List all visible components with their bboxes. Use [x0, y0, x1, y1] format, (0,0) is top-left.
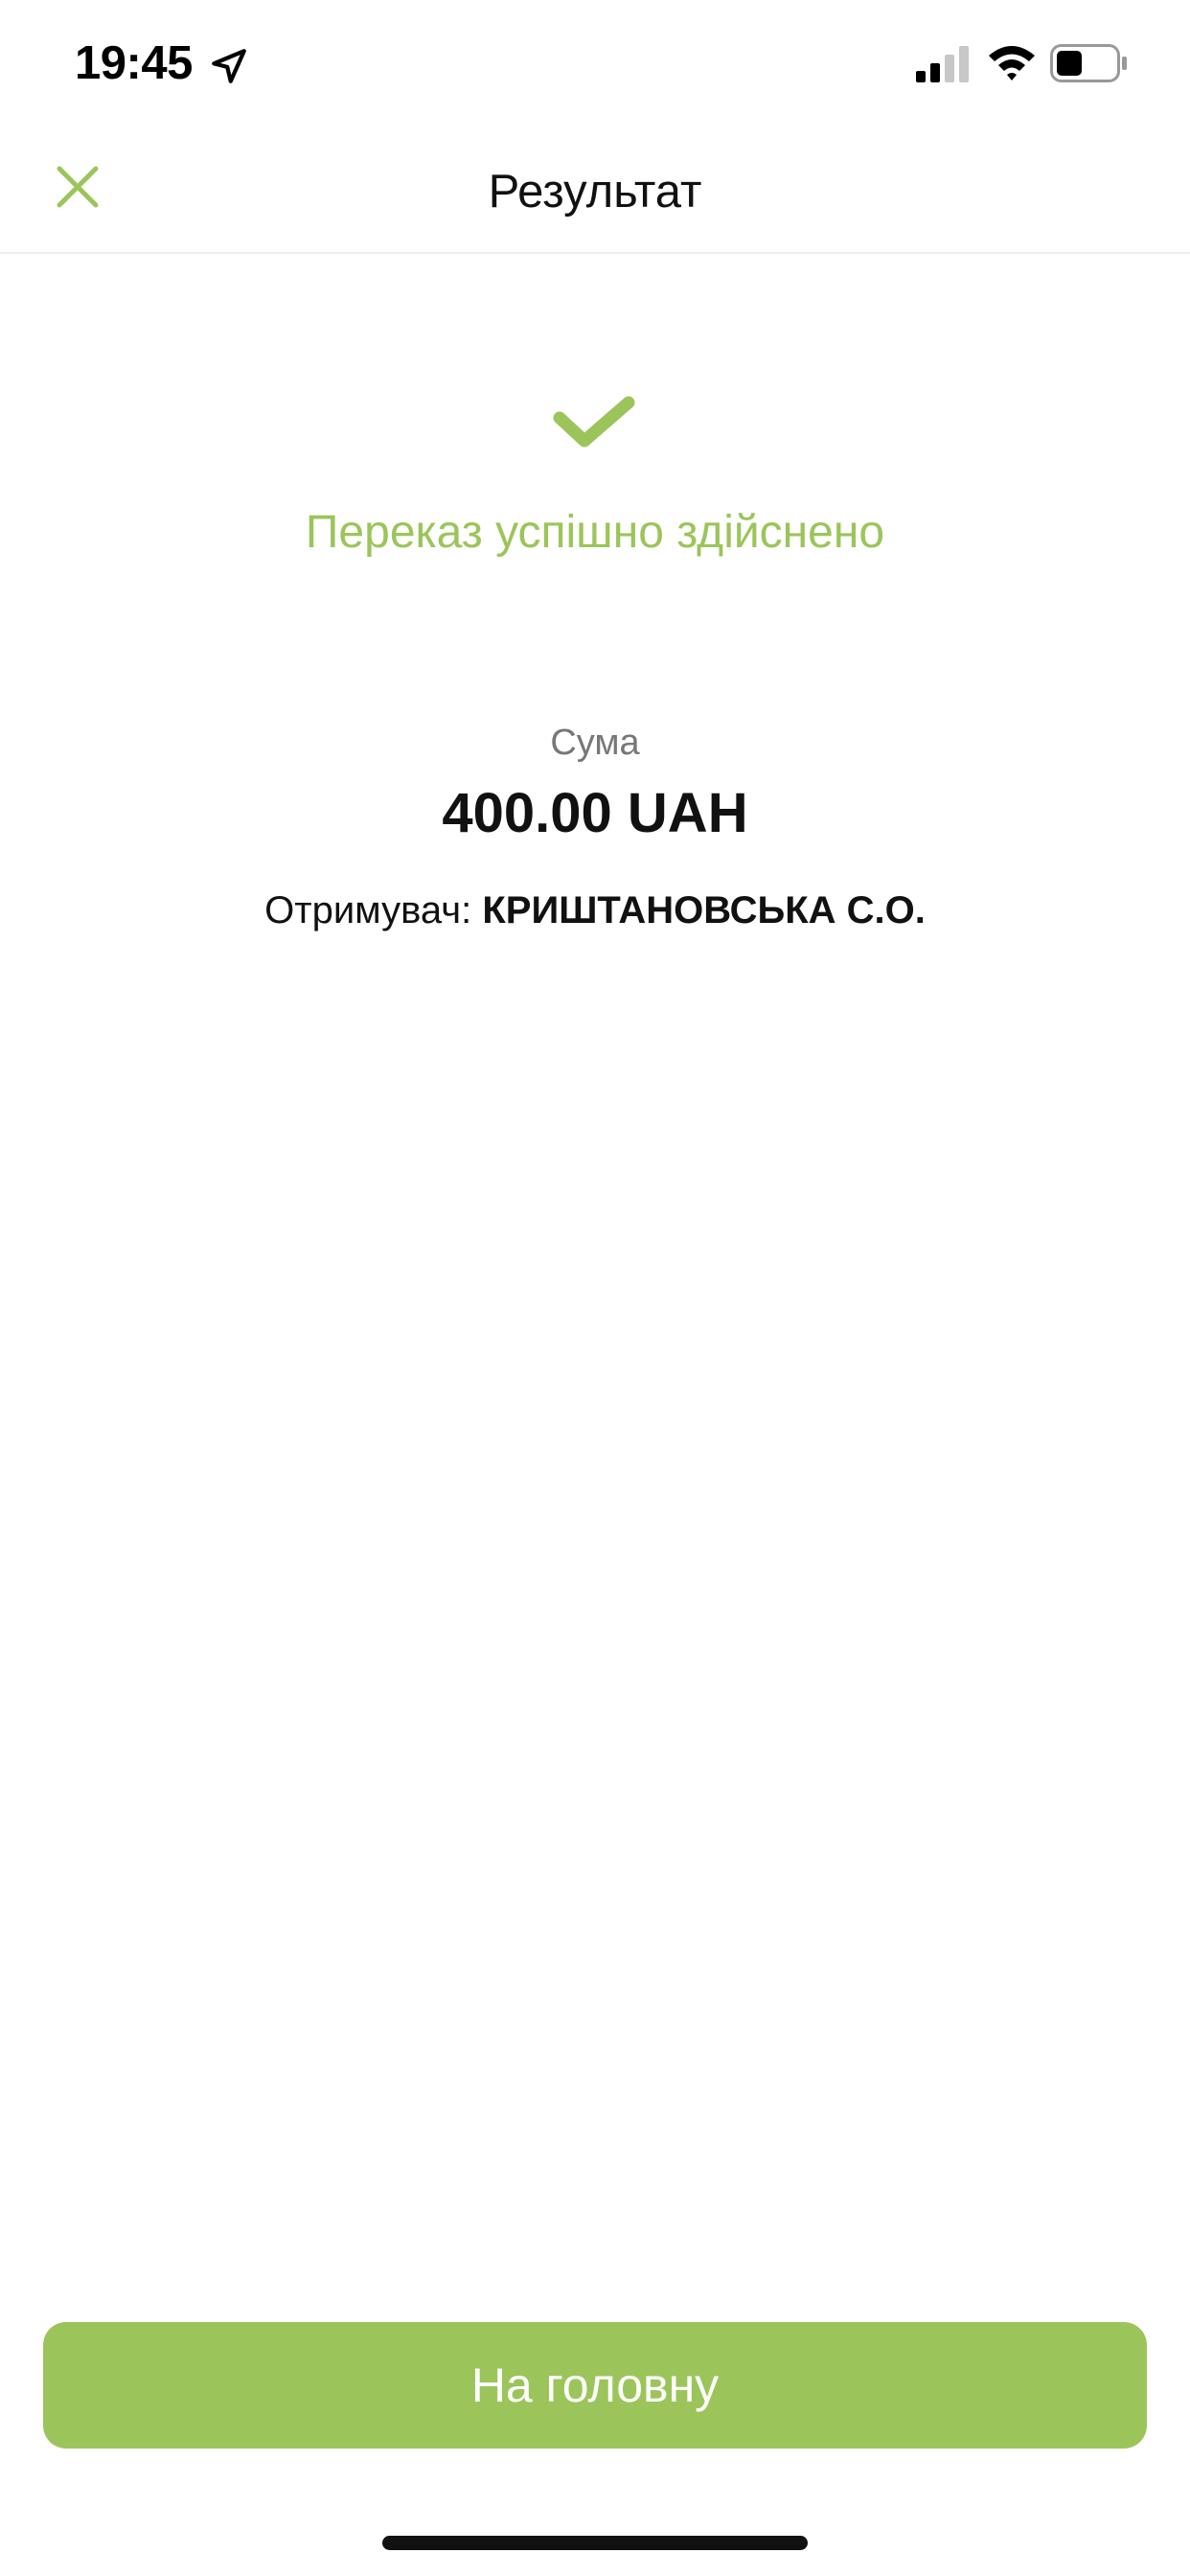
page-title: Результат — [488, 166, 702, 218]
success-message: Переказ успішно здійснено — [305, 507, 885, 558]
home-indicator — [382, 2536, 808, 2550]
status-bar: 19:45 — [0, 0, 1190, 126]
check-icon — [553, 396, 635, 448]
status-time: 19:45 — [75, 37, 193, 89]
navigation-bar: Результат — [0, 126, 1190, 254]
cellular-signal-icon — [916, 46, 969, 82]
recipient-name: КРИШТАНОВСЬКА С.О. — [482, 889, 926, 932]
battery-icon — [1050, 44, 1127, 82]
home-button[interactable]: На головну — [43, 2322, 1147, 2449]
amount-value: 400.00 UAH — [442, 782, 748, 844]
recipient-label: Отримувач: — [264, 889, 483, 932]
location-arrow-icon — [212, 49, 246, 83]
wifi-icon — [989, 46, 1035, 80]
amount-label: Сума — [550, 723, 640, 763]
recipient-line: Отримувач: КРИШТАНОВСЬКА С.О. — [0, 889, 1190, 932]
